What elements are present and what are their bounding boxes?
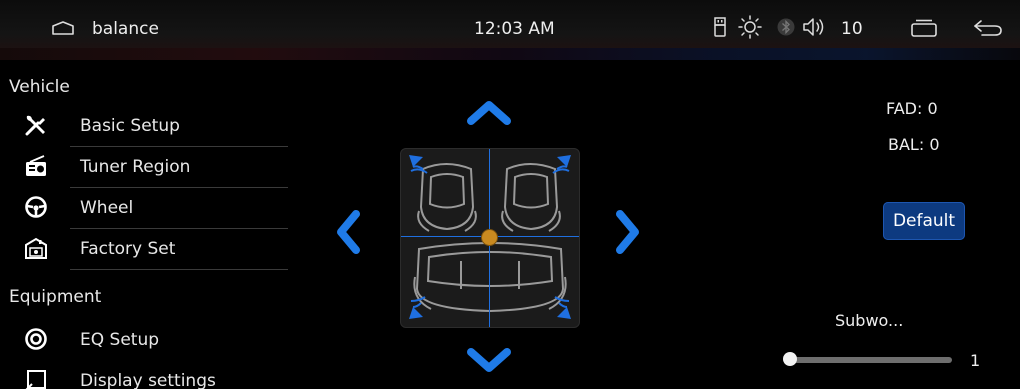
speaker-rear-left-icon (407, 295, 433, 325)
divider (70, 269, 288, 270)
page-title: balance (92, 19, 159, 39)
display-icon (24, 368, 48, 389)
divider (70, 187, 288, 188)
fad-value: FAD: 0 (886, 99, 938, 118)
volume-level: 10 (841, 19, 863, 39)
sidebar-item-eq-setup[interactable]: EQ Setup (0, 321, 290, 361)
chevron-right-icon (616, 210, 639, 254)
sidebar-item-display-settings[interactable]: Display settings (0, 362, 290, 389)
subwoofer-slider-track[interactable] (784, 357, 952, 363)
status-bar: balance 12:03 AM 10 (0, 0, 1020, 48)
section-header-equipment: Equipment (9, 287, 102, 307)
subwoofer-label: Subwo... (835, 311, 904, 330)
back-icon[interactable] (973, 19, 1003, 41)
chevron-down-icon (467, 348, 511, 372)
fader-balance-pad[interactable] (400, 148, 580, 328)
chevron-up-icon (467, 101, 511, 125)
sidebar-item-factory-set[interactable]: Factory Set (0, 230, 290, 270)
speaker-rear-right-icon (547, 295, 573, 325)
radio-icon (24, 154, 48, 182)
section-header-vehicle: Vehicle (9, 77, 70, 97)
brightness-icon[interactable] (738, 15, 762, 43)
sidebar-item-label: Tuner Region (80, 157, 191, 177)
sidebar-item-basic-setup[interactable]: Basic Setup (0, 107, 290, 147)
divider (70, 146, 288, 147)
home-icon[interactable] (52, 20, 74, 39)
sidebar-item-wheel[interactable]: Wheel (0, 189, 290, 229)
status-bar-decoration (0, 48, 1020, 60)
volume-icon[interactable] (801, 17, 837, 41)
clock: 12:03 AM (474, 19, 555, 39)
chevron-left-icon (337, 210, 360, 254)
bal-value: BAL: 0 (888, 135, 940, 154)
speaker-front-right-icon (547, 153, 573, 181)
sidebar-item-tuner-region[interactable]: Tuner Region (0, 148, 290, 188)
fader-balance-knob[interactable] (481, 229, 498, 246)
subwoofer-value: 1 (970, 351, 981, 370)
fader-front-button[interactable] (466, 98, 512, 130)
subwoofer-slider-thumb[interactable] (783, 352, 797, 366)
balance-screen: balance 12:03 AM 10 Vehicle Basic Setup … (0, 0, 1020, 389)
balance-left-button[interactable] (334, 209, 362, 259)
speaker-icon (24, 327, 48, 355)
bluetooth-icon[interactable] (777, 16, 795, 42)
factory-icon (24, 236, 48, 264)
usb-icon (714, 17, 726, 41)
speaker-front-left-icon (407, 153, 433, 181)
sidebar-item-label: Wheel (80, 198, 134, 218)
divider (70, 228, 288, 229)
sidebar-item-label: Basic Setup (80, 116, 180, 136)
sidebar-item-label: Factory Set (80, 239, 176, 259)
recent-apps-icon[interactable] (911, 19, 937, 41)
sidebar-item-label: EQ Setup (80, 330, 160, 350)
default-button[interactable]: Default (883, 202, 965, 240)
wrench-screwdriver-icon (24, 113, 48, 141)
sidebar-item-label: Display settings (80, 371, 216, 389)
fader-rear-button[interactable] (466, 346, 512, 378)
steering-wheel-icon (24, 195, 48, 223)
balance-right-button[interactable] (614, 209, 642, 259)
